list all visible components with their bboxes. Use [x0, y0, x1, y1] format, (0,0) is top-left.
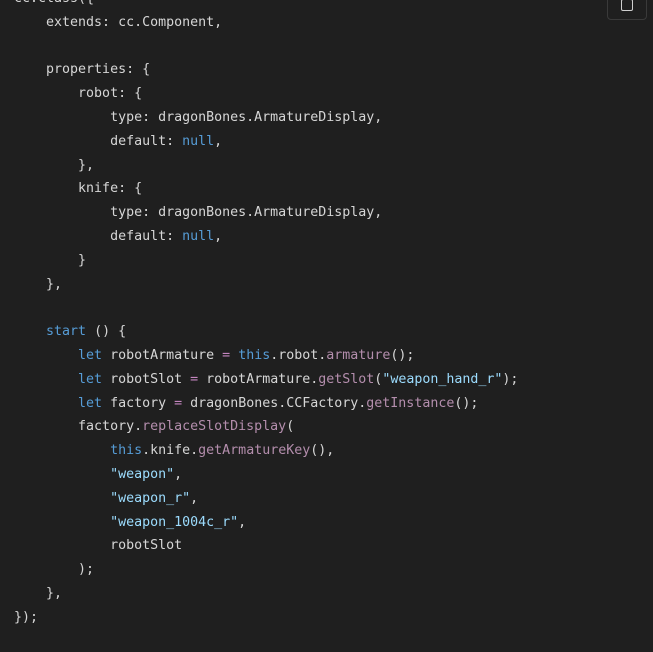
- code-line: let factory = dragonBones.CCFactory.getI…: [14, 392, 518, 416]
- code-token: },: [14, 276, 63, 292]
- code-token: "weapon_hand_r": [382, 371, 503, 387]
- code-token: null: [182, 228, 215, 244]
- code-line: let robotSlot = robotArmature.getSlot("w…: [14, 368, 518, 392]
- code-token: default:: [14, 228, 183, 244]
- code-token: start: [46, 324, 87, 340]
- code-token: (),: [310, 443, 335, 459]
- code-token: .robot.: [270, 347, 327, 363]
- code-line: properties: {: [14, 58, 518, 82]
- code-token: });: [14, 609, 39, 625]
- code-token: properties: {: [14, 62, 151, 78]
- code-line: "weapon",: [14, 463, 518, 487]
- code-line: extends: cc.Component,: [14, 11, 518, 35]
- copy-button[interactable]: [607, 0, 647, 20]
- code-token: =: [190, 371, 199, 387]
- code-token: let: [78, 395, 103, 411]
- code-token: "weapon": [110, 466, 175, 482]
- code-line: type: dragonBones.ArmatureDisplay,: [14, 106, 518, 130]
- code-token: null: [182, 133, 215, 149]
- code-line: robot: {: [14, 82, 518, 106]
- code-token: getInstance: [366, 395, 455, 411]
- code-token: factory: [102, 395, 175, 411]
- code-line: factory.replaceSlotDisplay(: [14, 415, 518, 439]
- code-token: (: [286, 419, 295, 435]
- code-token: ();: [454, 395, 479, 411]
- code-line: );: [14, 558, 518, 582]
- code-token: );: [14, 562, 95, 578]
- code-token: this: [238, 347, 271, 363]
- code-token: =: [174, 395, 183, 411]
- code-line: robotSlot: [14, 534, 518, 558]
- code-token: .knife.: [142, 443, 199, 459]
- code-token: "weapon_r": [110, 490, 191, 506]
- code-line: },: [14, 154, 518, 178]
- code-token: default:: [14, 133, 183, 149]
- code-token: },: [14, 585, 63, 601]
- code-token: "weapon_1004c_r": [110, 514, 239, 530]
- code-line: "weapon_1004c_r",: [14, 511, 518, 535]
- code-block: cc.class({ extends: cc.Component, proper…: [0, 0, 653, 652]
- code-token: factory.: [14, 419, 143, 435]
- code-token: ,: [174, 466, 183, 482]
- code-line: },: [14, 582, 518, 606]
- code-token: robotArmature: [102, 347, 223, 363]
- code-line: knife: {: [14, 177, 518, 201]
- code-token: robotArmature.: [198, 371, 319, 387]
- code-token: ,: [238, 514, 247, 530]
- copy-icon: [621, 0, 633, 11]
- code-line: default: null,: [14, 130, 518, 154]
- code-token: dragonBones.CCFactory.: [182, 395, 367, 411]
- code-token: getArmatureKey: [198, 443, 311, 459]
- code-token: },: [14, 157, 95, 173]
- code-line: }: [14, 249, 518, 273]
- code-token: robotSlot: [14, 538, 183, 554]
- code-token: let: [78, 347, 103, 363]
- code-token: =: [222, 347, 231, 363]
- code-token: extends: cc.Component,: [14, 14, 223, 30]
- code-line: type: dragonBones.ArmatureDisplay,: [14, 201, 518, 225]
- code-line: let robotArmature = this.robot.armature(…: [14, 344, 518, 368]
- code-token: armature: [326, 347, 391, 363]
- code-line: start () {: [14, 320, 518, 344]
- code-token: ,: [190, 490, 199, 506]
- code-token: ,: [214, 133, 223, 149]
- code-line: cc.class({: [14, 0, 518, 11]
- code-content: cc.class({ extends: cc.Component, proper…: [14, 0, 518, 630]
- code-token: this: [110, 443, 143, 459]
- code-token: knife: {: [14, 181, 143, 197]
- code-token: cc.class({: [14, 0, 94, 6]
- code-token: robot: {: [14, 86, 143, 102]
- code-token: getSlot: [318, 371, 375, 387]
- code-token: ,: [214, 228, 223, 244]
- code-line: default: null,: [14, 225, 518, 249]
- code-token: }: [14, 252, 87, 268]
- code-token: robotSlot: [102, 371, 191, 387]
- code-token: );: [502, 371, 519, 387]
- code-line: });: [14, 606, 518, 630]
- code-token: type: dragonBones.ArmatureDisplay,: [14, 109, 383, 125]
- code-token: type: dragonBones.ArmatureDisplay,: [14, 205, 383, 221]
- code-token: let: [78, 371, 103, 387]
- code-token: replaceSlotDisplay: [142, 419, 287, 435]
- code-line: },: [14, 273, 518, 297]
- code-line: this.knife.getArmatureKey(),: [14, 439, 518, 463]
- code-line: "weapon_r",: [14, 487, 518, 511]
- code-token: ();: [390, 347, 415, 363]
- code-token: () {: [86, 324, 127, 340]
